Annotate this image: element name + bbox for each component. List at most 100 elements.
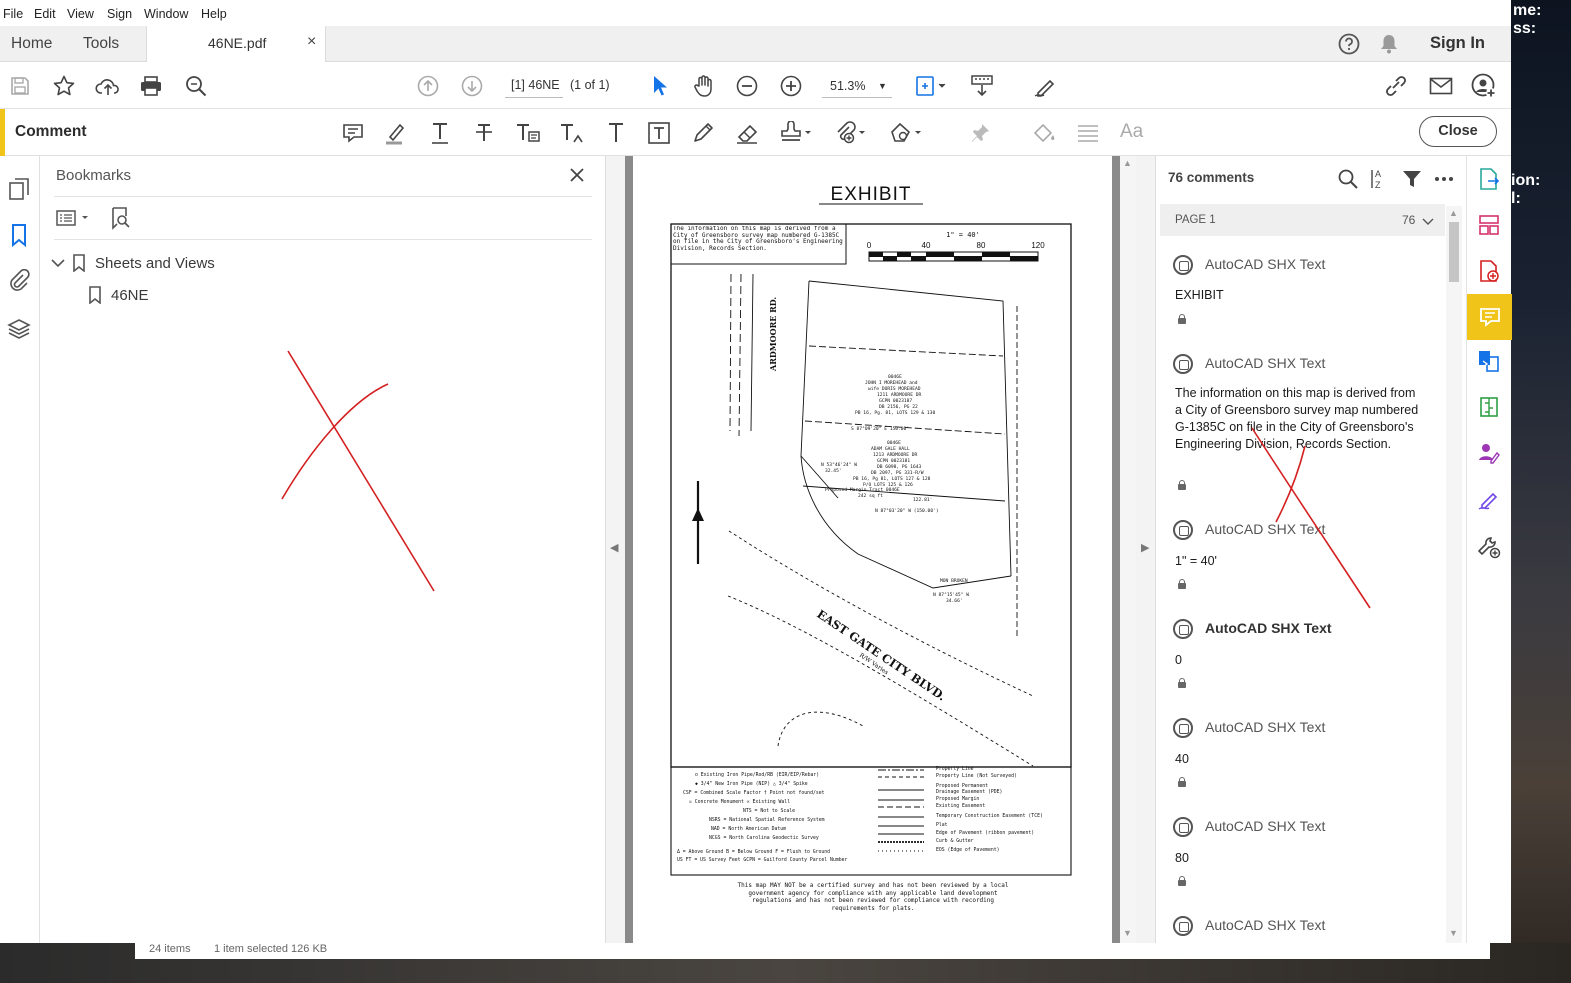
hand-tool-icon[interactable] <box>691 73 717 99</box>
upload-cloud-icon[interactable] <box>94 73 122 99</box>
divider <box>54 196 592 197</box>
shapes-icon[interactable] <box>888 120 924 146</box>
svg-text:0046E: 0046E <box>888 374 902 380</box>
menu-window[interactable]: Window <box>144 7 188 21</box>
bookmark-icon[interactable] <box>6 222 32 248</box>
stamp-icon[interactable] <box>778 120 814 146</box>
insert-text-icon[interactable] <box>558 120 586 146</box>
filter-icon[interactable] <box>1400 167 1424 191</box>
text-properties-icon[interactable]: Aa <box>1120 121 1143 143</box>
tab-document[interactable]: 46NE.pdf × <box>146 26 326 63</box>
svg-text:☒ Concrete Monument ✕ Ex: ☒ Concrete Monument ✕ Existing Wall <box>689 799 790 805</box>
replace-text-icon[interactable] <box>514 120 542 146</box>
comments-scrollbar[interactable]: ▲ ▼ <box>1446 206 1462 943</box>
page-number-input[interactable]: [1] 46NE <box>505 74 563 98</box>
comment-tool-active[interactable] <box>1467 294 1512 340</box>
comment-item[interactable]: AutoCAD SHX Text 80 <box>1172 817 1442 892</box>
more-options-icon[interactable] <box>1432 167 1456 191</box>
attach-file-icon[interactable] <box>832 120 868 146</box>
scroll-down-icon[interactable]: ▼ <box>1449 928 1458 938</box>
pin-icon[interactable] <box>967 120 993 146</box>
comment-item[interactable]: AutoCAD SHX Text EXHIBIT <box>1172 255 1442 330</box>
zoom-out-icon[interactable] <box>735 74 759 98</box>
strikethrough-icon[interactable] <box>471 120 497 146</box>
zoom-in-icon[interactable] <box>779 74 803 98</box>
star-icon[interactable] <box>51 73 77 99</box>
svg-text:CSF = Combined Scale Factor †: CSF = Combined Scale Factor † Point not … <box>683 790 825 796</box>
comment-item[interactable]: AutoCAD SHX Text 0 <box>1172 619 1442 694</box>
right-panel-splitter[interactable]: ▶ <box>1136 156 1156 943</box>
email-icon[interactable] <box>1427 73 1455 99</box>
text-box-icon[interactable] <box>646 120 672 146</box>
scroll-mode-icon[interactable] <box>968 73 996 99</box>
tab-home[interactable]: Home <box>11 26 52 62</box>
comment-author: AutoCAD SHX Text <box>1205 719 1326 735</box>
highlight-icon[interactable] <box>383 120 409 146</box>
comment-item[interactable]: AutoCAD SHX Text 40 <box>1172 718 1442 793</box>
document-scrollbar[interactable]: ▲ ▼ <box>1120 156 1136 943</box>
paperclip-icon[interactable] <box>6 268 32 294</box>
collapse-left-icon[interactable]: ◀ <box>610 541 618 554</box>
svg-text:NTS = Not to Scale: NTS = Not to Scale <box>743 808 795 814</box>
compress-icon[interactable] <box>1476 394 1502 420</box>
save-icon[interactable] <box>8 74 32 98</box>
menu-edit[interactable]: Edit <box>34 7 56 21</box>
left-panel-splitter[interactable]: ◀ <box>605 156 625 943</box>
expand-right-icon[interactable]: ▶ <box>1141 541 1149 554</box>
help-icon[interactable] <box>1337 32 1361 56</box>
comments-page-group[interactable]: PAGE 1 76 <box>1160 204 1445 236</box>
document-viewer[interactable]: EXHIBIT The information on this map is d… <box>625 156 1122 943</box>
comment-item[interactable]: AutoCAD SHX Text <box>1172 916 1442 943</box>
create-pdf-icon[interactable] <box>1476 258 1502 284</box>
scroll-thumb[interactable] <box>1449 222 1459 282</box>
scroll-up-icon[interactable]: ▲ <box>1123 158 1132 168</box>
zoom-level-select[interactable]: 51.3% ▼ <box>822 74 892 98</box>
pencil-icon[interactable] <box>690 120 716 146</box>
bookmark-item-46ne[interactable]: 46NE <box>111 287 149 304</box>
scroll-down-icon[interactable]: ▼ <box>1123 928 1132 938</box>
line-style-icon[interactable] <box>1075 120 1101 146</box>
organize-pages-icon[interactable] <box>1476 212 1502 238</box>
sign-in-button[interactable]: Sign In <box>1430 34 1485 53</box>
request-signature-icon[interactable] <box>1476 440 1502 466</box>
fill-sign-icon[interactable] <box>1032 73 1060 99</box>
underline-text-icon[interactable] <box>427 120 453 146</box>
sticky-note-icon[interactable] <box>340 120 366 146</box>
close-icon[interactable] <box>567 165 587 185</box>
eraser-icon[interactable] <box>734 120 762 146</box>
lock-icon <box>1178 777 1186 787</box>
svg-text:242 sq ft: 242 sq ft <box>858 493 883 499</box>
search-icon[interactable] <box>183 73 209 99</box>
close-tab-icon[interactable]: × <box>307 33 316 51</box>
bookmark-options-icon[interactable] <box>54 206 94 230</box>
previous-page-icon[interactable] <box>416 74 440 98</box>
next-page-icon[interactable] <box>460 74 484 98</box>
more-tools-icon[interactable] <box>1476 534 1502 560</box>
export-pdf-icon[interactable] <box>1476 166 1502 192</box>
scroll-up-icon[interactable]: ▲ <box>1449 208 1458 218</box>
close-comment-button[interactable]: Close <box>1419 116 1497 147</box>
menu-view[interactable]: View <box>67 7 94 21</box>
svg-text:1211 ARDMOORE DR: 1211 ARDMOORE DR <box>877 392 921 398</box>
layers-icon[interactable] <box>6 316 32 342</box>
fill-and-sign-icon[interactable] <box>1476 486 1502 512</box>
search-icon[interactable] <box>1336 167 1360 191</box>
fit-page-icon[interactable] <box>913 73 949 99</box>
menu-help[interactable]: Help <box>201 7 227 21</box>
fill-color-icon[interactable] <box>1030 120 1058 146</box>
new-bookmark-icon[interactable] <box>107 205 133 231</box>
chevron-down-icon[interactable] <box>50 253 66 273</box>
select-cursor-icon[interactable] <box>648 74 672 98</box>
combine-files-icon[interactable] <box>1476 348 1502 374</box>
page-thumbnails-icon[interactable] <box>6 176 32 202</box>
bell-icon[interactable] <box>1377 32 1401 56</box>
sort-icon[interactable]: AZ <box>1368 167 1392 191</box>
add-text-comment-icon[interactable] <box>603 120 629 146</box>
tab-tools[interactable]: Tools <box>83 26 119 62</box>
menu-file[interactable]: File <box>3 7 23 21</box>
bookmark-item-sheets-and-views[interactable]: Sheets and Views <box>95 255 215 272</box>
print-icon[interactable] <box>138 73 164 99</box>
menu-sign[interactable]: Sign <box>107 7 132 21</box>
share-user-icon[interactable] <box>1470 72 1498 100</box>
share-link-icon[interactable] <box>1382 73 1410 99</box>
